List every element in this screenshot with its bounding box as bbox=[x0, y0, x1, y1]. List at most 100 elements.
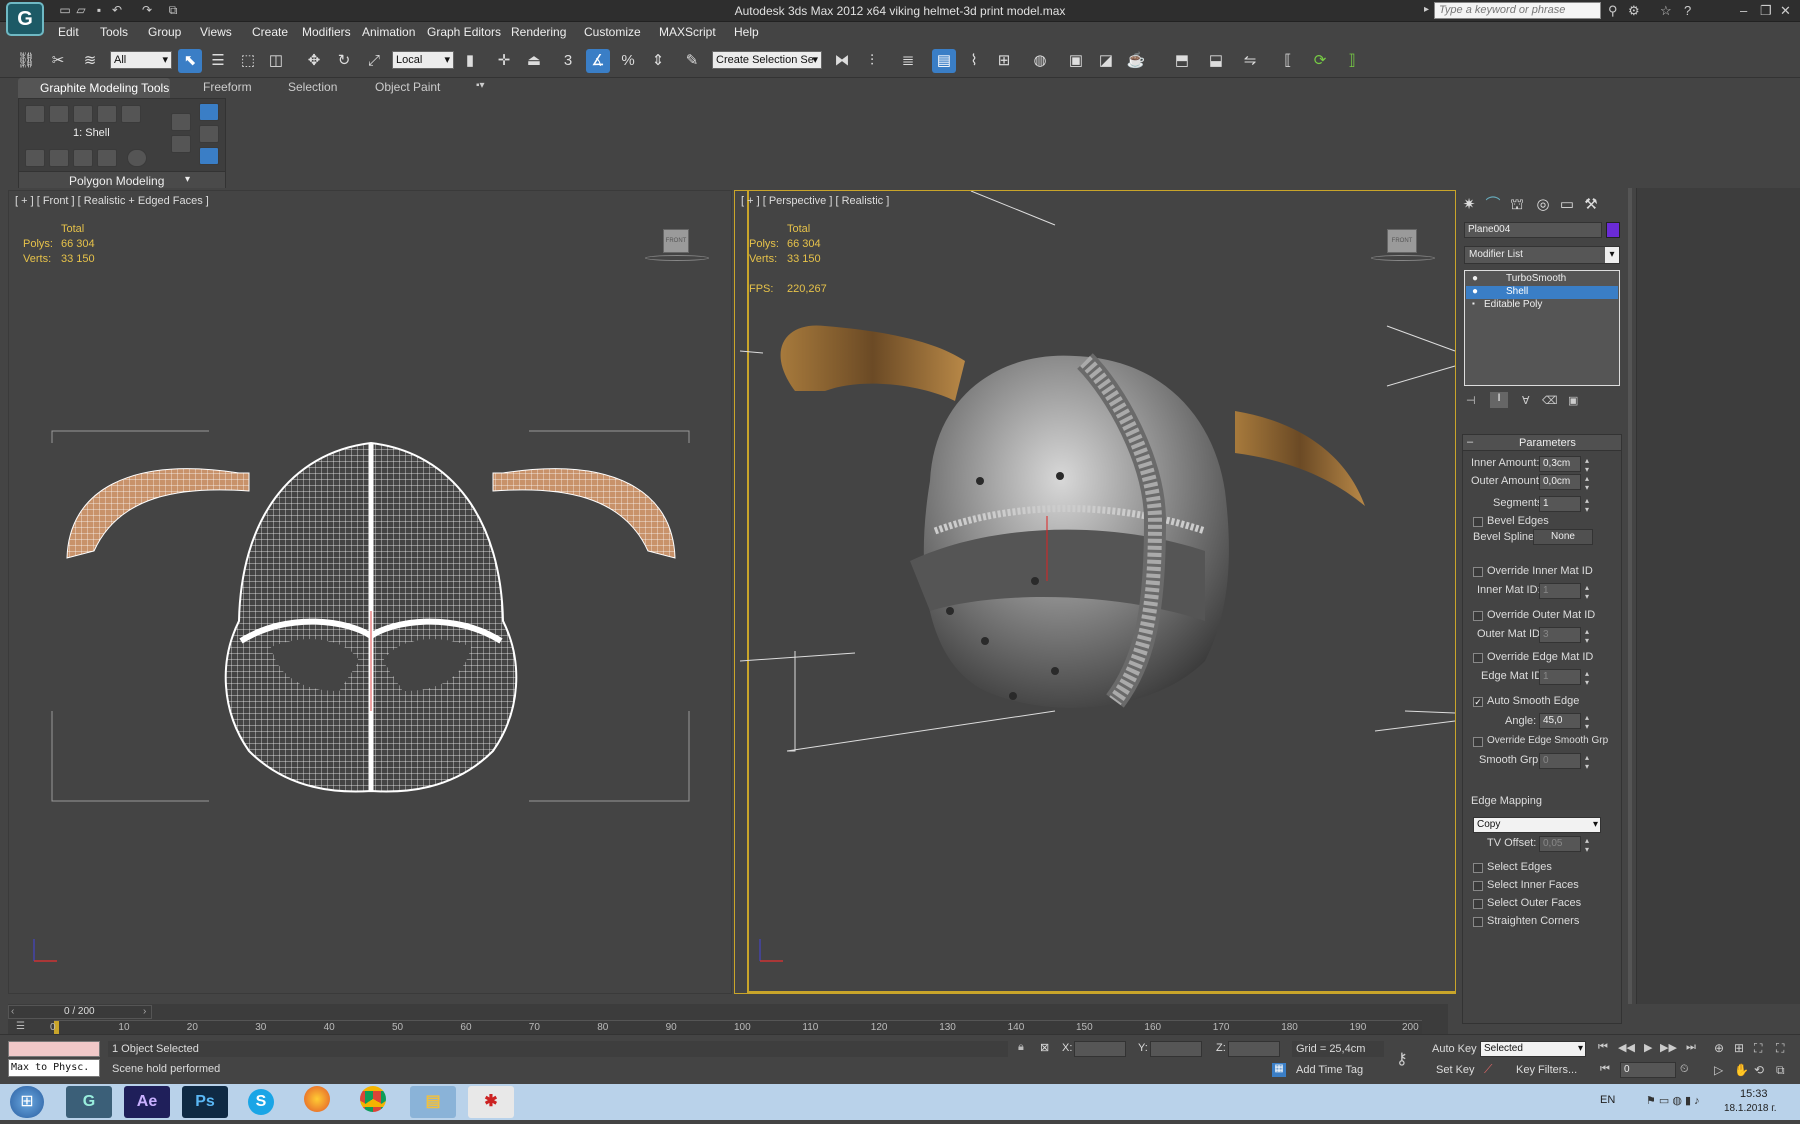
border-icon[interactable] bbox=[73, 105, 93, 123]
current-frame-input[interactable]: 0 bbox=[1620, 1062, 1676, 1078]
time-tag-icon[interactable]: ▦ bbox=[1272, 1063, 1286, 1077]
zoom-extents-icon[interactable]: ⛶ bbox=[1754, 1041, 1762, 1056]
tab-object-paint[interactable]: Object Paint bbox=[375, 80, 440, 94]
select-inner-checkbox[interactable] bbox=[1473, 881, 1483, 891]
override-smooth-checkbox[interactable] bbox=[1473, 737, 1483, 747]
menu-rendering[interactable]: Rendering bbox=[511, 25, 566, 39]
menu-maxscript[interactable]: MAXScript bbox=[659, 25, 716, 39]
modifier-list-dropdown[interactable]: Modifier List ▾ bbox=[1464, 246, 1620, 264]
absolute-mode-icon[interactable]: ⊠ bbox=[1040, 1041, 1049, 1054]
element-icon[interactable] bbox=[121, 105, 141, 123]
z-coordinate-input[interactable] bbox=[1228, 1041, 1280, 1057]
modify-tab-icon[interactable]: ⌒ bbox=[1482, 194, 1504, 216]
3ds-max-taskbar-icon[interactable]: G bbox=[66, 1086, 112, 1118]
favorites-icon[interactable]: ☆ bbox=[1660, 3, 1672, 19]
stack-item-editable-poly[interactable]: ▪ Editable Poly bbox=[1466, 299, 1618, 312]
menu-customize[interactable]: Customize bbox=[584, 25, 641, 39]
outer-mat-spinner[interactable]: ▴ ▾ bbox=[1585, 627, 1589, 645]
vertex-icon[interactable] bbox=[25, 105, 45, 123]
set-key-button[interactable]: Set Key bbox=[1436, 1064, 1475, 1076]
window-crossing-icon[interactable]: ◫ bbox=[264, 49, 288, 73]
motion-tab-icon[interactable]: ◎ bbox=[1532, 194, 1554, 216]
subscription-icon[interactable]: ⚙ bbox=[1628, 3, 1640, 19]
skype-taskbar-icon[interactable]: S bbox=[238, 1086, 284, 1118]
edge-mapping-dropdown[interactable]: Copy ▾ bbox=[1473, 817, 1601, 833]
curve-icon[interactable]: ⟋ bbox=[1484, 1062, 1492, 1077]
segments-spinner[interactable]: ▴ ▾ bbox=[1585, 496, 1589, 514]
pin-stack-icon[interactable]: ⊣ bbox=[1466, 394, 1476, 407]
tv-offset-spinner[interactable]: ▴ ▾ bbox=[1585, 836, 1589, 854]
panel-footer[interactable]: Polygon Modeling ▾ bbox=[19, 171, 225, 188]
object-color-swatch[interactable] bbox=[1606, 222, 1620, 238]
perspective-viewport[interactable]: [ + ] [ Perspective ] [ Realistic ] Tota… bbox=[734, 190, 1456, 994]
tv-offset-input[interactable]: 0,05 bbox=[1539, 836, 1581, 852]
outer-mat-input[interactable]: 3 bbox=[1539, 627, 1581, 643]
plugin-tool-2-icon[interactable]: ⬓ bbox=[1204, 49, 1228, 73]
prev-modifier-icon[interactable] bbox=[25, 149, 45, 167]
bevel-spline-button[interactable]: None bbox=[1533, 529, 1593, 545]
angle-input[interactable]: 45,0 bbox=[1539, 713, 1581, 729]
front-viewport[interactable]: [ + ] [ Front ] [ Realistic + Edged Face… bbox=[8, 190, 732, 994]
plugin-tool-6-icon[interactable]: ⟧ bbox=[1340, 49, 1364, 73]
make-unique-icon[interactable]: ∀ bbox=[1522, 394, 1530, 407]
lightbulb-icon[interactable]: ● bbox=[1472, 273, 1478, 284]
zoom-all-icon[interactable]: ⊞ bbox=[1734, 1041, 1744, 1055]
search-arrow-icon[interactable]: ▸ bbox=[1424, 4, 1429, 15]
align-icon[interactable]: ⫶ bbox=[860, 49, 884, 73]
auto-smooth-checkbox[interactable]: ✓ bbox=[1473, 697, 1483, 707]
utilities-tab-icon[interactable]: ⚒ bbox=[1580, 194, 1602, 216]
select-edges-checkbox[interactable] bbox=[1473, 863, 1483, 873]
plugin-tool-3-icon[interactable]: ⇋ bbox=[1238, 49, 1262, 73]
preview-icon[interactable] bbox=[127, 149, 147, 167]
pivot-center-icon[interactable]: ▮ bbox=[458, 49, 482, 73]
plugin-tool-1-icon[interactable]: ⬒ bbox=[1170, 49, 1194, 73]
polygon-icon[interactable] bbox=[97, 105, 117, 123]
next-frame-icon[interactable]: ▶▶ bbox=[1660, 1041, 1677, 1054]
ribbon-options-icon[interactable]: ▪▾ bbox=[476, 80, 485, 91]
bevel-edges-checkbox[interactable] bbox=[1473, 517, 1483, 527]
edge-mat-spinner[interactable]: ▴ ▾ bbox=[1585, 669, 1589, 687]
rotate-icon[interactable]: ↻ bbox=[332, 49, 356, 73]
lightbulb-icon[interactable]: ● bbox=[1472, 286, 1478, 297]
menu-edit[interactable]: Edit bbox=[58, 25, 79, 39]
next-modifier-icon[interactable] bbox=[49, 149, 69, 167]
layer-manager-icon[interactable]: ≣ bbox=[896, 49, 920, 73]
start-button-icon[interactable]: ⊞ bbox=[10, 1086, 44, 1118]
modify-mode-icon[interactable] bbox=[199, 103, 219, 121]
key-filters-button[interactable]: Key Filters... bbox=[1516, 1064, 1577, 1076]
override-inner-checkbox[interactable] bbox=[1473, 567, 1483, 577]
key-mode-dropdown[interactable]: Selected ▾ bbox=[1480, 1041, 1586, 1057]
hierarchy-tab-icon[interactable]: ⛫ bbox=[1506, 194, 1528, 216]
select-object-icon[interactable]: ⬉ bbox=[178, 49, 202, 73]
search-input[interactable]: Type a keyword or phrase bbox=[1434, 2, 1601, 19]
pan-icon[interactable]: ✋ bbox=[1734, 1063, 1749, 1077]
angle-snap-icon[interactable]: ∡ bbox=[586, 49, 610, 73]
override-outer-checkbox[interactable] bbox=[1473, 611, 1483, 621]
menu-graph-editors[interactable]: Graph Editors bbox=[427, 25, 501, 39]
time-configuration-icon[interactable]: ⏲ bbox=[1680, 1063, 1689, 1076]
key-mode-toggle-icon[interactable]: ⏮ bbox=[1600, 1063, 1610, 1076]
use-soft-selection-icon[interactable] bbox=[171, 113, 191, 131]
snaps-toggle-icon[interactable]: 3 bbox=[556, 49, 580, 73]
smooth-grp-spinner[interactable]: ▴ ▾ bbox=[1585, 753, 1589, 771]
curve-editor-icon[interactable]: ⌇ bbox=[962, 49, 986, 73]
render-setup-icon[interactable]: ▣ bbox=[1064, 49, 1088, 73]
chrome-taskbar-icon[interactable] bbox=[350, 1086, 396, 1118]
menu-animation[interactable]: Animation bbox=[362, 25, 415, 39]
track-bar-icon[interactable]: ☰ bbox=[16, 1021, 36, 1033]
select-by-name-icon[interactable]: ☰ bbox=[206, 49, 230, 73]
app-logo-icon[interactable]: G bbox=[6, 2, 44, 36]
collapse-stack-icon[interactable] bbox=[73, 149, 93, 167]
move-icon[interactable]: ✥ bbox=[302, 49, 326, 73]
time-slider[interactable]: ‹ 0 / 200 › bbox=[8, 1005, 152, 1019]
show-cage-icon[interactable] bbox=[199, 147, 219, 165]
show-end-result-icon[interactable]: I bbox=[1490, 392, 1508, 408]
menu-group[interactable]: Group bbox=[148, 25, 181, 39]
zoom-icon[interactable]: ⊕ bbox=[1714, 1041, 1724, 1055]
lock-selection-icon[interactable]: 🔒︎ bbox=[1018, 1041, 1024, 1054]
edge-mat-input[interactable]: 1 bbox=[1539, 669, 1581, 685]
go-to-start-icon[interactable]: ⏮ bbox=[1598, 1041, 1608, 1054]
firefox-taskbar-icon[interactable] bbox=[294, 1086, 340, 1118]
create-tab-icon[interactable]: ✷ bbox=[1458, 194, 1480, 216]
edge-icon[interactable] bbox=[49, 105, 69, 123]
